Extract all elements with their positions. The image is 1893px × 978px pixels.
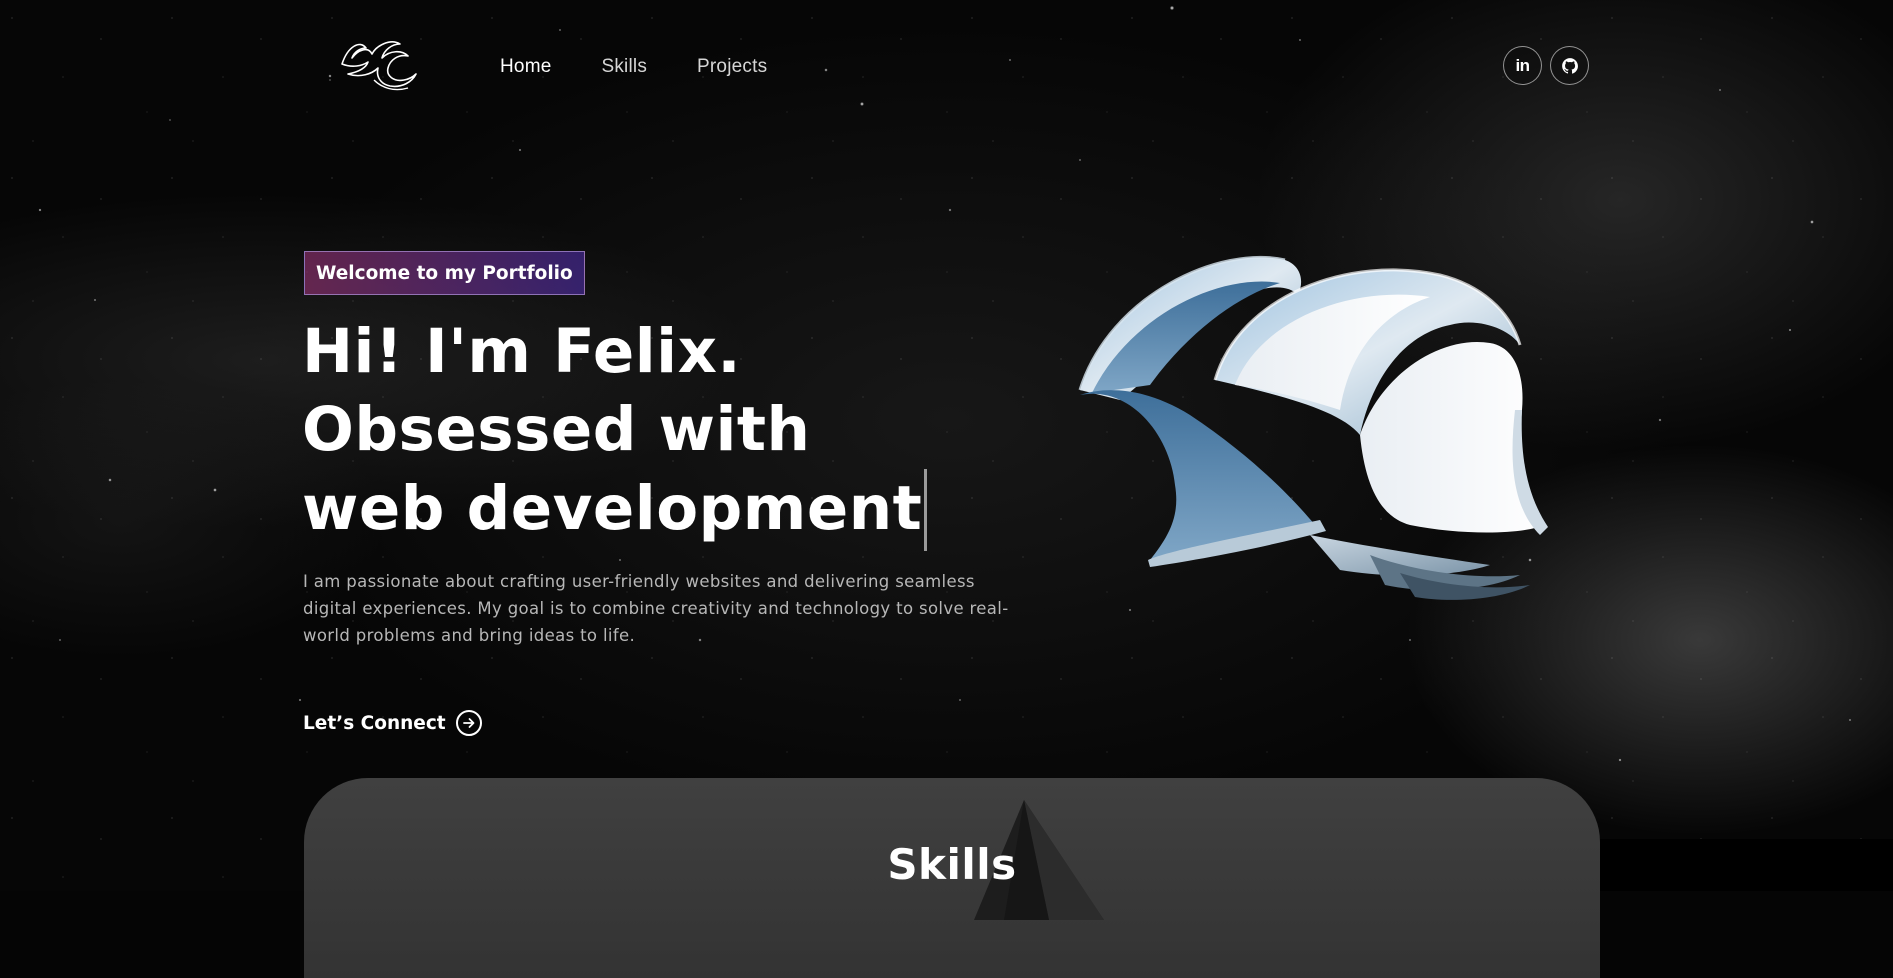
hero-headline: Hi! I'm Felix. Obsessed with web develop…	[302, 313, 928, 551]
hero-intro-text: I am passionate about crafting user-frie…	[303, 572, 1009, 645]
arrow-right-circle-icon	[455, 710, 482, 736]
linkedin-icon: in	[1515, 55, 1530, 75]
logo-icon[interactable]	[338, 36, 418, 94]
skills-heading: Skills	[887, 840, 1017, 889]
github-icon	[1561, 57, 1578, 74]
social-links: in	[1503, 46, 1589, 85]
headline-line-3: web development	[302, 469, 928, 551]
hero-illustration	[1070, 235, 1600, 615]
background-stars	[0, 0, 1893, 891]
nav-link-home[interactable]: Home	[500, 56, 551, 78]
headline-line-1: Hi! I'm Felix.	[302, 316, 742, 387]
typing-caret	[924, 469, 928, 551]
lets-connect-label: Let’s Connect	[303, 712, 446, 734]
headline-line-2: Obsessed with	[302, 394, 811, 465]
nav-link-skills[interactable]: Skills	[601, 56, 647, 78]
nav-link-projects[interactable]: Projects	[697, 56, 767, 78]
section-edge	[1600, 839, 1893, 891]
lets-connect-button[interactable]: Let’s Connect	[303, 710, 482, 736]
linkedin-button[interactable]: in	[1503, 46, 1542, 85]
welcome-badge: Welcome to my Portfolio	[304, 251, 585, 295]
nav-links: Home Skills Projects	[500, 56, 817, 78]
starfield-background	[0, 0, 1893, 891]
navbar: Home Skills Projects in	[0, 0, 1893, 130]
github-button[interactable]	[1550, 46, 1589, 85]
headline-line-3-text: web development	[302, 473, 923, 544]
